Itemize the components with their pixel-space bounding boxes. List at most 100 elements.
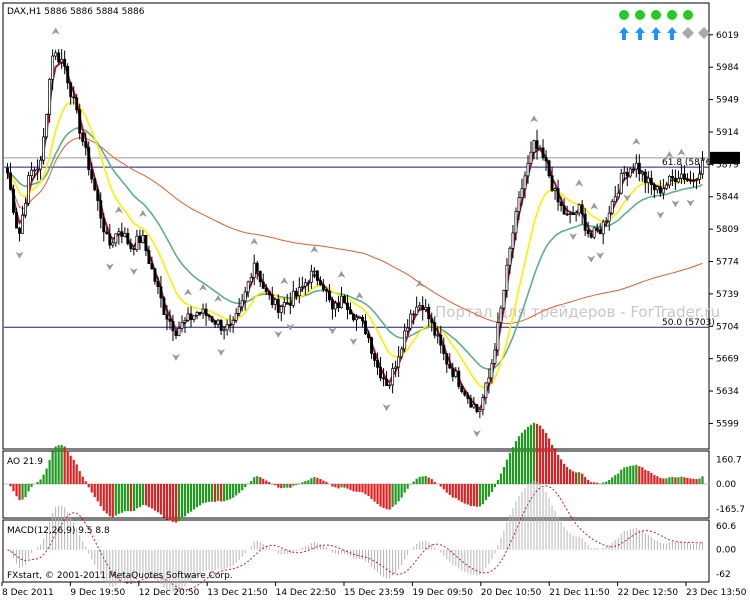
candle-body <box>225 324 229 331</box>
candle-body <box>288 302 292 306</box>
candle-body <box>51 55 55 80</box>
signal-dot <box>619 10 629 20</box>
candle-body <box>598 229 602 235</box>
candle-body <box>168 318 172 322</box>
fractal-up-arrow <box>138 209 147 217</box>
candle-body <box>535 140 539 150</box>
candle-body <box>679 173 683 179</box>
candle-body <box>439 334 443 346</box>
candle-body <box>99 200 103 219</box>
candle-body <box>9 172 12 190</box>
signal-dot <box>635 10 645 20</box>
fib-level-label: 61.8 (5876) <box>662 158 715 168</box>
signal-dot <box>651 10 661 20</box>
time-tick-label: 22 Dec 12:50 <box>618 588 679 598</box>
price-tick-label: 5634 <box>716 387 739 397</box>
candle-body <box>556 188 560 203</box>
candle-body <box>619 173 623 194</box>
candle-body <box>57 52 61 63</box>
candle-body <box>114 233 118 244</box>
ao-histogram: 160.7 0.00 -165.7 <box>4 422 745 523</box>
candlesticks <box>6 49 704 419</box>
candle-body <box>701 159 704 175</box>
candle-body <box>237 306 241 314</box>
candle-body <box>421 305 425 311</box>
candle-body <box>538 147 542 150</box>
candle-body <box>364 320 367 335</box>
price-tick-label: 5704 <box>716 322 739 332</box>
candle-body <box>622 171 626 174</box>
candle-body <box>370 337 373 354</box>
time-tick-label: 19 Dec 09:50 <box>412 588 473 598</box>
candle-body <box>403 330 407 350</box>
candle-body <box>520 188 524 198</box>
candle-body <box>505 264 509 291</box>
candle-body <box>340 295 343 309</box>
candle-body <box>213 321 217 325</box>
candle-body <box>156 280 160 287</box>
candle-body <box>355 317 358 321</box>
candle-body <box>270 294 274 305</box>
candle-body <box>376 360 380 368</box>
price-tick-label: 5774 <box>716 257 739 267</box>
macd-tick-label: 60.6 <box>716 522 736 532</box>
candle-body <box>252 262 256 278</box>
ao-tick-label: 0.00 <box>716 480 736 490</box>
macd-tick-label: -62 <box>716 570 731 580</box>
candle-body <box>126 232 130 245</box>
candle-body <box>144 234 148 251</box>
candle-body <box>373 353 377 361</box>
candle-body <box>75 97 79 111</box>
candle-body <box>159 286 163 299</box>
candle-body <box>448 363 452 369</box>
ao-tick-label: -165.7 <box>716 505 745 515</box>
candle-body <box>457 370 461 387</box>
candle-body <box>460 386 464 392</box>
candle-body <box>337 302 340 309</box>
candle-body <box>276 299 280 313</box>
candle-body <box>66 66 70 84</box>
candle-body <box>640 171 644 174</box>
candle-body <box>222 329 226 332</box>
candle-body <box>21 214 24 234</box>
ma-medium-line <box>7 127 703 371</box>
price-tick-label: 5809 <box>716 225 739 235</box>
candle-body <box>634 162 638 170</box>
candle-body <box>577 204 581 214</box>
candle-body <box>141 234 145 243</box>
candle-body <box>667 176 671 186</box>
fractal-down-arrow <box>171 353 180 361</box>
candle-body <box>427 307 431 320</box>
candle-body <box>258 271 262 283</box>
candle-body <box>637 162 641 174</box>
fractal-down-arrow <box>129 267 138 275</box>
candle-body <box>487 377 491 384</box>
candle-body <box>502 289 506 309</box>
current-price-label: 5886 <box>714 154 737 164</box>
fractal-up-arrow <box>250 237 259 245</box>
candle-body <box>90 169 94 180</box>
candle-body <box>138 235 142 243</box>
price-tick-label: 5599 <box>716 419 739 429</box>
fractal-up-arrow <box>665 151 674 159</box>
candle-body <box>111 242 115 246</box>
candle-body <box>658 186 662 194</box>
candle-body <box>424 307 428 311</box>
candle-body <box>54 52 58 57</box>
candle-body <box>18 227 21 234</box>
candle-body <box>246 281 250 293</box>
candle-body <box>162 297 166 315</box>
candle-body <box>631 168 635 171</box>
candle-body <box>463 391 467 396</box>
candle-body <box>45 114 49 138</box>
candle-body <box>547 160 551 177</box>
candle-body <box>409 313 413 329</box>
candle-body <box>192 315 196 320</box>
candle-body <box>255 262 259 272</box>
candle-body <box>553 188 557 191</box>
candle-body <box>478 409 482 412</box>
signal-up-arrow-icon <box>651 27 661 40</box>
candle-body <box>72 96 76 99</box>
candle-body <box>592 227 596 238</box>
candle-body <box>400 348 404 358</box>
